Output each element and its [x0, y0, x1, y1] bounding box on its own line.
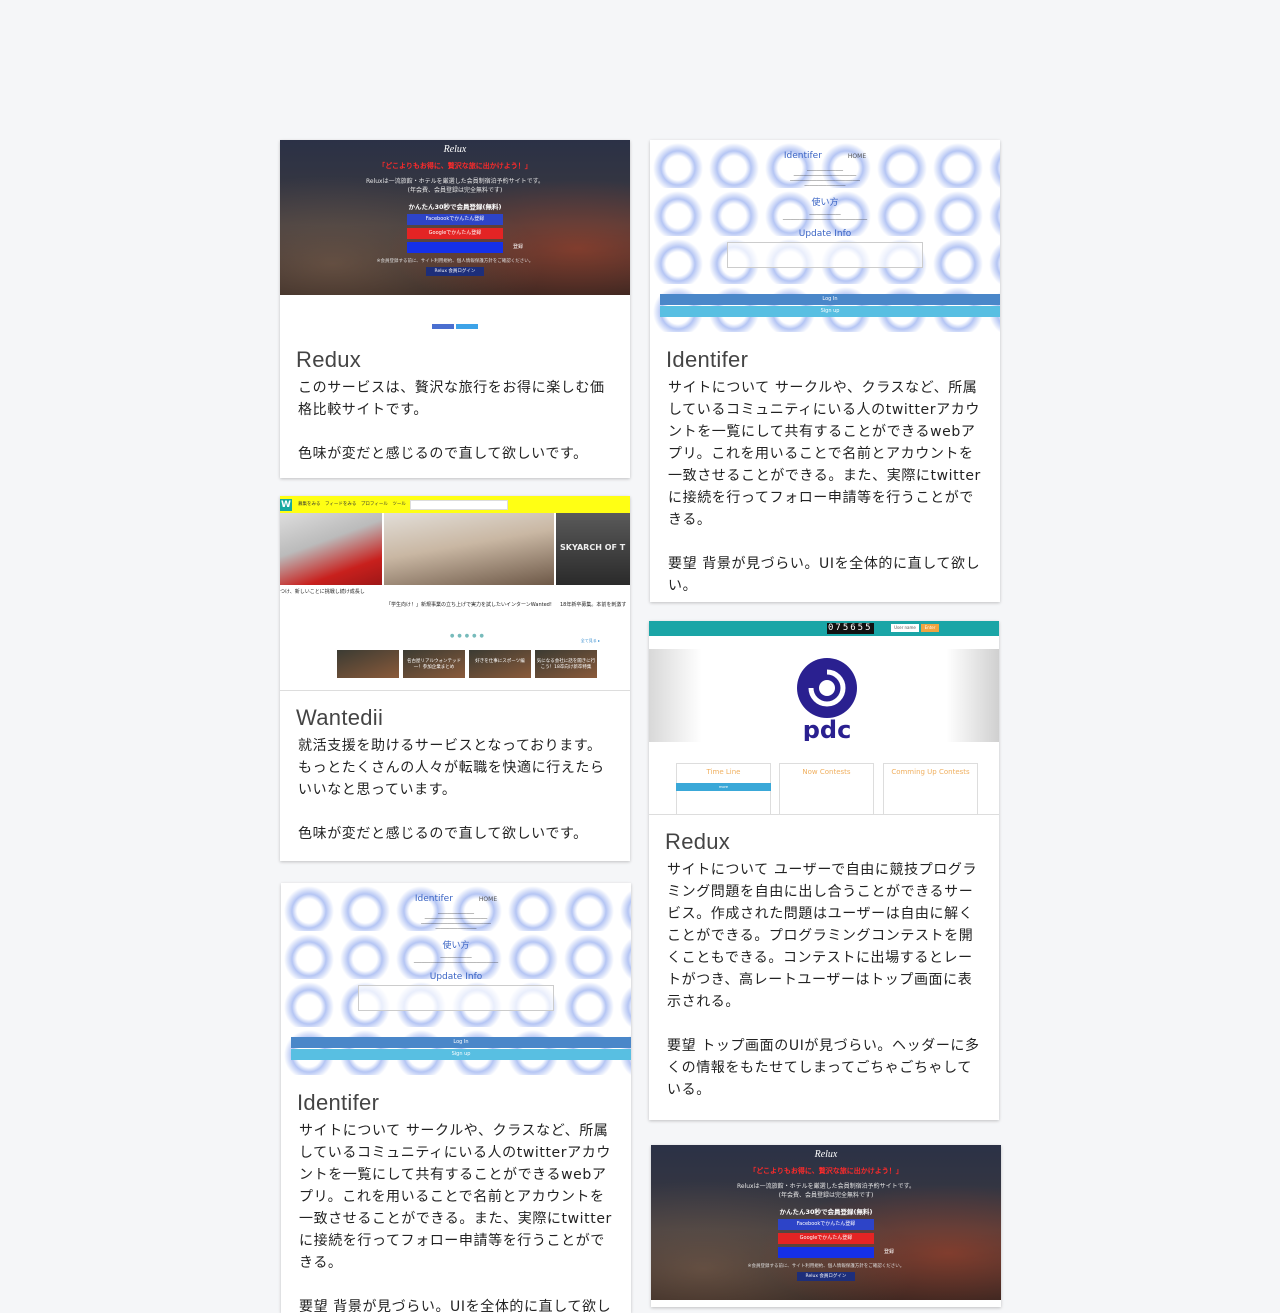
- update-info-heading: Update Info: [429, 972, 483, 982]
- card-title: Wantedii: [296, 705, 384, 730]
- portfolio-card-pdc[interactable]: 075655 User name Enter pdc Time Line mor…: [649, 621, 999, 1120]
- card-description: サイトについて サークルや、クラスなど、所属しているコミュニティにいる人のtwi…: [668, 380, 981, 594]
- username-input: User name: [891, 624, 919, 632]
- usage-text: ───────────── ───────────────────────────…: [413, 955, 499, 965]
- relux-description: Reluxは一流旅館・ホテルを厳選した会員制宿泊予約サイトです。 (年会費、会員…: [736, 1183, 915, 1199]
- login-button: Log In: [291, 1037, 631, 1048]
- visitor-counter: 075655: [827, 623, 874, 634]
- upcoming-contests-column: Comming Up Contests: [883, 763, 978, 814]
- relux-hero: Relux 「どこよりもお得に、贅沢な旅に出かけよう！」 Reluxは一流旅館・…: [280, 140, 630, 295]
- svg-text:pdc: pdc: [803, 716, 852, 741]
- identifer-intro: ─────────────── ─────────────────────────…: [790, 168, 860, 188]
- card-title: Redux: [296, 347, 362, 372]
- now-contests-column: Now Contests: [779, 763, 874, 814]
- card-screenshot: W 募集をみる フィードをみる プロフィール ツール SKYARCH OF T …: [280, 496, 630, 691]
- card-screenshot: Identifer HOME ─────────────── ───────────…: [281, 883, 631, 1076]
- update-info-box: [358, 985, 554, 1011]
- tweet-icon: [456, 324, 478, 329]
- relux-login-button: Relux 会員ログイン: [426, 267, 484, 276]
- job-card: 18年新卒募集。本前を刺激す: [560, 602, 627, 608]
- job-card: つけ、新しいことに挑戦し続け成長し: [280, 589, 365, 595]
- relux-terms-note: ※会員登録する前に、サイト利用規約、個人情報保護方針をご確認ください。: [747, 1264, 905, 1269]
- feature-thumb: 名古屋リアルウォンテッド一！参加企業まとめ: [403, 650, 465, 678]
- relux-logo: Relux: [814, 1149, 838, 1160]
- email-register-field: 登録: [407, 242, 523, 253]
- email-register-field: 登録: [778, 1247, 894, 1258]
- pdc-logo-icon: pdc: [797, 658, 857, 741]
- facebook-register-button: Facebookでかんたん登録: [778, 1219, 874, 1230]
- signup-button: Sign up: [291, 1049, 631, 1060]
- view-all-link: 全て見る ▸: [580, 638, 600, 643]
- relux-register-heading: かんたん30秒で会員登録(無料): [779, 1208, 873, 1216]
- google-register-button: Googleでかんたん登録: [407, 228, 503, 239]
- more-button: more: [676, 783, 771, 791]
- update-info-heading: Update Info: [798, 229, 852, 239]
- relux-description: Reluxは一流旅館・ホテルを厳選した会員制宿泊予約サイトです。 (年会費、会員…: [365, 178, 544, 194]
- identifer-hex-background: Identifer HOME ─────────────── ───────────…: [281, 883, 631, 1076]
- usage-heading: 使い方: [442, 941, 470, 951]
- identifer-nav: Identifer HOME: [414, 894, 498, 904]
- usage-text: ───────────── ───────────────────────────…: [782, 212, 868, 222]
- card-screenshot: 075655 User name Enter pdc Time Line mor…: [649, 621, 999, 815]
- wantedii-logo: W: [280, 499, 292, 511]
- google-register-button: Googleでかんたん登録: [778, 1233, 874, 1244]
- like-icon: [432, 324, 454, 329]
- card-screenshot: Relux 「どこよりもお得に、贅沢な旅に出かけよう！」 Reluxは一流旅館・…: [280, 140, 630, 333]
- card-description: サイトについて ユーザーで自由に競技プログラミング問題を自由に出し合うことができ…: [667, 862, 980, 1098]
- relux-catchphrase: 「どこよりもお得に、贅沢な旅に出かけよう！」: [378, 162, 532, 170]
- card-description: このサービスは、贅沢な旅行をお得に楽しむ価格比較サイトです。 色味が変だと感じる…: [298, 380, 605, 462]
- relux-terms-note: ※会員登録する前に、サイト利用規約、個人情報保護方針をご確認ください。: [376, 259, 534, 264]
- portfolio-card-identifer-2[interactable]: Identifer HOME ─────────────── ───────────…: [281, 883, 631, 1313]
- photo-students: [384, 513, 554, 585]
- photo-businessman: [280, 513, 382, 585]
- portfolio-card-relux-2[interactable]: Relux 「どこよりもお得に、贅沢な旅に出かけよう！」 Reluxは一流旅館・…: [651, 1145, 1001, 1307]
- photo-skyarch: SKYARCH OF T: [556, 513, 630, 585]
- search-input: [410, 500, 508, 510]
- relux-register-heading: かんたん30秒で会員登録(無料): [408, 203, 502, 211]
- facebook-register-button: Facebookでかんたん登録: [407, 214, 503, 225]
- carousel-dots: ●●●●●: [450, 633, 487, 639]
- feature-thumb: [337, 650, 399, 678]
- card-title: Redux: [665, 829, 731, 854]
- card-description: 就活支援を助けるサービスとなっております。もっとたくさんの人々が転職を快適に行え…: [298, 738, 605, 842]
- feature-thumb: 好きを仕事にスポーツ編: [469, 650, 531, 678]
- relux-logo: Relux: [443, 144, 467, 155]
- portfolio-card-redux[interactable]: Relux 「どこよりもお得に、贅沢な旅に出かけよう！」 Reluxは一流旅館・…: [280, 140, 630, 478]
- update-info-box: [727, 242, 923, 268]
- relux-hero: Relux 「どこよりもお得に、贅沢な旅に出かけよう！」 Reluxは一流旅館・…: [651, 1145, 1001, 1300]
- identifer-nav: Identifer HOME: [783, 151, 867, 161]
- relux-login-button: Relux 会員ログイン: [797, 1272, 855, 1281]
- pdc-header: 075655 User name Enter: [649, 621, 999, 636]
- wantedii-header: W 募集をみる フィードをみる プロフィール ツール: [280, 496, 630, 513]
- feature-thumb: 気になる会社に話を聞きに行こう！18卒向け新卒特集: [535, 650, 597, 678]
- portfolio-card-identifer[interactable]: Identifer HOME ─────────────── ───────────…: [650, 140, 1000, 602]
- signup-button: Sign up: [660, 306, 1000, 317]
- identifer-hex-background: Identifer HOME ─────────────── ───────────…: [650, 140, 1000, 333]
- wantedii-menu: 募集をみる フィードをみる プロフィール ツール: [298, 502, 406, 507]
- enter-button: Enter: [921, 624, 939, 632]
- share-buttons: [431, 314, 479, 333]
- relux-catchphrase: 「どこよりもお得に、贅沢な旅に出かけよう！」: [749, 1167, 903, 1175]
- card-title: Identifer: [297, 1090, 380, 1115]
- card-screenshot: Relux 「どこよりもお得に、贅沢な旅に出かけよう！」 Reluxは一流旅館・…: [651, 1145, 1001, 1307]
- card-screenshot: Identifer HOME ─────────────── ───────────…: [650, 140, 1000, 333]
- card-description: サイトについて サークルや、クラスなど、所属しているコミュニティにいる人のtwi…: [299, 1123, 612, 1313]
- identifer-intro: ─────────────── ─────────────────────────…: [421, 911, 491, 931]
- card-title: Identifer: [666, 347, 749, 372]
- usage-heading: 使い方: [811, 198, 839, 208]
- portfolio-card-wantedii[interactable]: W 募集をみる フィードをみる プロフィール ツール SKYARCH OF T …: [280, 496, 630, 861]
- login-button: Log In: [660, 294, 1000, 305]
